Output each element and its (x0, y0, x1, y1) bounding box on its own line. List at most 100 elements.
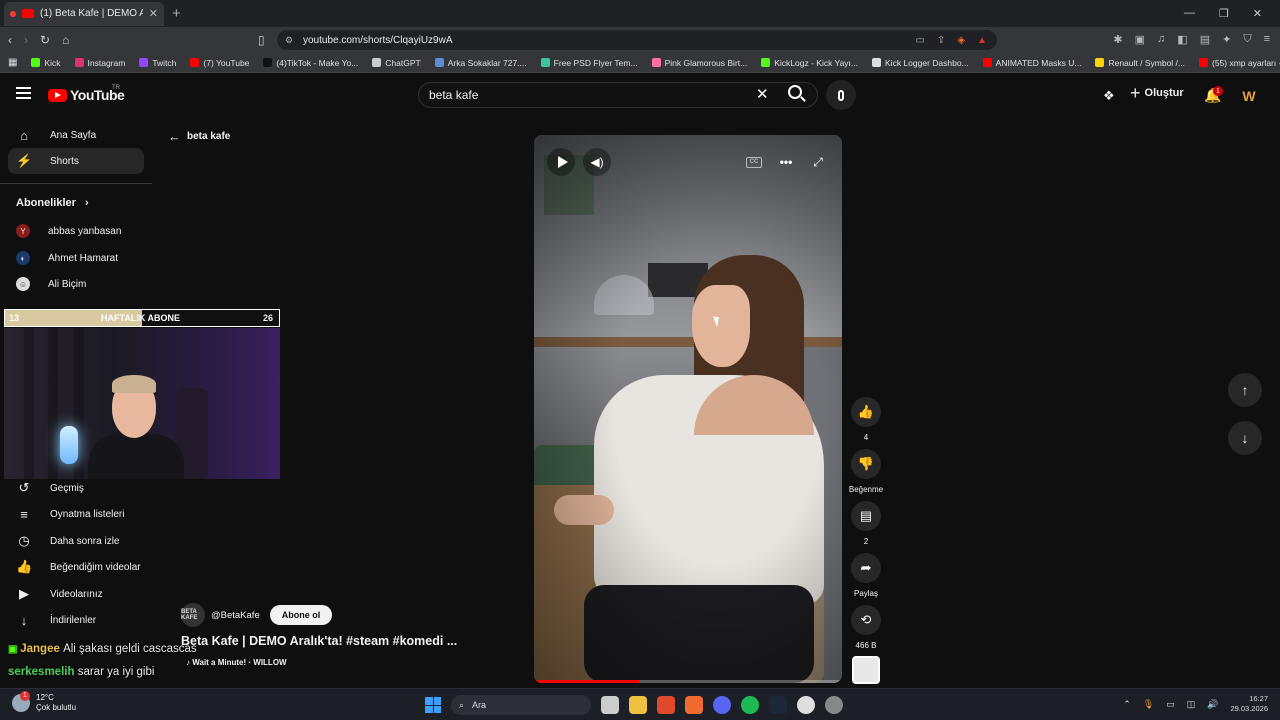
shorts-video-player[interactable]: ◀) CC ••• ⤢ (534, 135, 842, 683)
share-button[interactable]: ➦ (851, 553, 881, 583)
forward-nav-icon[interactable]: › (24, 33, 28, 47)
account-avatar[interactable]: W (1240, 87, 1258, 105)
bookmark-item[interactable]: Arka Sokaklar 727.... (434, 58, 527, 68)
screenshot-icon[interactable]: ▣ (1135, 33, 1145, 46)
extensions-icon[interactable]: ✱ (1113, 33, 1122, 46)
previous-short-button[interactable]: ↑ (1228, 373, 1262, 407)
bookmark-item[interactable]: Kick Logger Dashbo... (872, 58, 969, 68)
video-title[interactable]: Beta Kafe | DEMO Aralık'ta! #steam #kome… (181, 634, 457, 648)
brave-rewards-icon[interactable]: ▲ (977, 35, 987, 46)
music-label: Wait a Minute! · WILLOW (192, 658, 287, 667)
bookmark-item[interactable]: Kick (31, 58, 61, 68)
discord-icon[interactable] (713, 696, 731, 714)
cast-icon[interactable]: ▭ (916, 35, 925, 46)
vpn-icon[interactable]: ⛉ (1243, 33, 1251, 46)
tab-close-button[interactable]: ✕ (149, 7, 158, 20)
bookmark-item[interactable]: (4)TikTok - Make Yo... (263, 58, 358, 68)
browser-tab[interactable]: (1) Beta Kafe | DEMO Aralık'ta! ✕ (4, 1, 164, 26)
bookmark-item[interactable]: Twitch (139, 58, 176, 68)
microphone-tray-icon[interactable]: 🎙 (1143, 699, 1154, 710)
sidebar-subscription[interactable]: ☺ Ali Biçim (8, 271, 144, 297)
comments-button[interactable]: ▤ (851, 501, 881, 531)
channel-avatar[interactable]: BETA KAFE (181, 603, 205, 627)
bookmark-item[interactable]: Renault / Symbol /... (1095, 58, 1185, 68)
share-page-icon[interactable]: ⇪ (937, 35, 945, 46)
youtube-play-logo-icon (48, 88, 67, 102)
subscriptions-heading[interactable]: Abonelikler › (16, 197, 89, 209)
brave-shield-icon[interactable]: ◈ (957, 35, 965, 46)
captions-button[interactable]: CC (740, 148, 768, 176)
sidebar-item-home[interactable]: ⌂ Ana Sayfa (8, 122, 144, 148)
bookmark-item[interactable]: Pink Glamorous Birt... (651, 58, 747, 68)
apps-grid-icon[interactable]: ▦ (8, 57, 17, 68)
taskbar-search[interactable]: ⌕ Ara (451, 695, 591, 715)
spotify-icon[interactable] (741, 696, 759, 714)
tray-overflow-icon[interactable]: ⌃ (1123, 699, 1131, 710)
sidebar-subscription[interactable]: Y abbas yanbasan (8, 218, 144, 244)
new-tab-button[interactable]: + (172, 5, 181, 22)
bookmark-page-icon[interactable]: ▯ (258, 33, 265, 47)
sidebar-item-shorts[interactable]: ⚡ Shorts (8, 148, 144, 174)
sidebar-item-playlists[interactable]: ≡ Oynatma listeleri (8, 501, 144, 527)
display-icon[interactable]: ▭ (1166, 699, 1175, 710)
channel-handle[interactable]: @BetaKafe (211, 610, 260, 621)
reload-icon[interactable]: ↻ (40, 33, 50, 47)
sidebar-item-liked-videos[interactable]: 👍 Beğendiğim videolar (8, 554, 144, 580)
audio-source-thumbnail[interactable] (852, 656, 880, 684)
steam-icon[interactable] (769, 696, 787, 714)
leo-icon[interactable]: ✦ (1222, 33, 1231, 46)
clock[interactable]: 16:27 29.03.2026 (1230, 694, 1268, 714)
sidebar-toggle-icon[interactable]: ◧ (1177, 33, 1187, 46)
volume-button[interactable]: ◀) (583, 148, 611, 176)
sidebar-item-downloads[interactable]: ↓ İndirilenler (8, 607, 144, 633)
youtube-logo[interactable]: YouTube TR (48, 85, 125, 103)
next-short-button[interactable]: ↓ (1228, 421, 1262, 455)
media-icon[interactable]: ♫ (1157, 33, 1165, 46)
video-progress-bar[interactable] (534, 680, 842, 683)
browser-menu-icon[interactable]: ≡ (1264, 33, 1270, 46)
sidebar-item-your-videos[interactable]: ▶ Videolarınız (8, 581, 144, 607)
file-explorer-icon[interactable] (629, 696, 647, 714)
network-icon[interactable]: ◫ (1187, 699, 1196, 710)
weather-widget[interactable]: 1 12°C Çok bulutlu (12, 691, 76, 713)
task-view-icon[interactable] (601, 696, 619, 714)
clear-search-icon[interactable]: ✕ (756, 85, 769, 103)
play-button[interactable] (547, 148, 575, 176)
like-button[interactable]: 👍 (851, 397, 881, 427)
bookmark-item[interactable]: (7) YouTube (190, 58, 249, 68)
back-to-search-button[interactable]: ← beta kafe (168, 129, 230, 144)
bookmark-item[interactable]: Instagram (74, 58, 125, 68)
close-window-button[interactable]: ✕ (1253, 7, 1262, 20)
minimize-button[interactable]: — (1184, 7, 1195, 20)
maximize-button[interactable]: ❐ (1219, 7, 1229, 20)
search-icon[interactable] (788, 85, 802, 99)
back-nav-icon[interactable]: ‹ (8, 33, 12, 47)
subscribe-button[interactable]: Abone ol (269, 605, 333, 625)
sidebar-item-watch-later[interactable]: ◷ Daha sonra izle (8, 528, 144, 554)
sidebar-subscription[interactable]: ◐ Ahmet Hamarat (8, 245, 144, 271)
obs-icon[interactable] (825, 696, 843, 714)
remix-button[interactable]: ⟲ (851, 605, 881, 635)
url-field[interactable]: ⚙ youtube.com/shorts/ClqayiUz9wA ▭ ⇪ ◈ ▲ (277, 30, 997, 50)
microsoft-store-icon[interactable] (657, 696, 675, 714)
wallet-icon[interactable]: ▤ (1200, 33, 1210, 46)
brave-browser-icon[interactable] (685, 696, 703, 714)
bookmark-item[interactable]: (55) xmp ayarları - Y... (1199, 58, 1280, 68)
site-info-icon[interactable]: ⚙ (285, 35, 293, 46)
home-icon[interactable]: ⌂ (62, 33, 69, 47)
fullscreen-button[interactable]: ⤢ (804, 148, 832, 176)
bookmark-item[interactable]: ChatGPT (372, 58, 421, 68)
gemini-icon[interactable]: ❖ (1103, 88, 1115, 104)
hamburger-menu-icon[interactable] (16, 87, 31, 99)
create-button[interactable]: + Oluştur (1130, 84, 1184, 102)
voice-search-button[interactable] (826, 80, 856, 110)
bookmark-item[interactable]: ANIMATED Masks U... (982, 58, 1081, 68)
music-info[interactable]: ♪ Wait a Minute! · WILLOW (186, 658, 287, 667)
volume-tray-icon[interactable]: 🔊 (1207, 699, 1218, 710)
bookmark-item[interactable]: KickLogz - Kick Yayı... (761, 58, 858, 68)
windows-start-icon[interactable] (425, 697, 441, 713)
dislike-button[interactable]: 👎 (851, 449, 881, 479)
more-options-button[interactable]: ••• (772, 148, 800, 176)
settings-icon[interactable] (797, 696, 815, 714)
bookmark-item[interactable]: Free PSD Flyer Tem... (540, 58, 638, 68)
